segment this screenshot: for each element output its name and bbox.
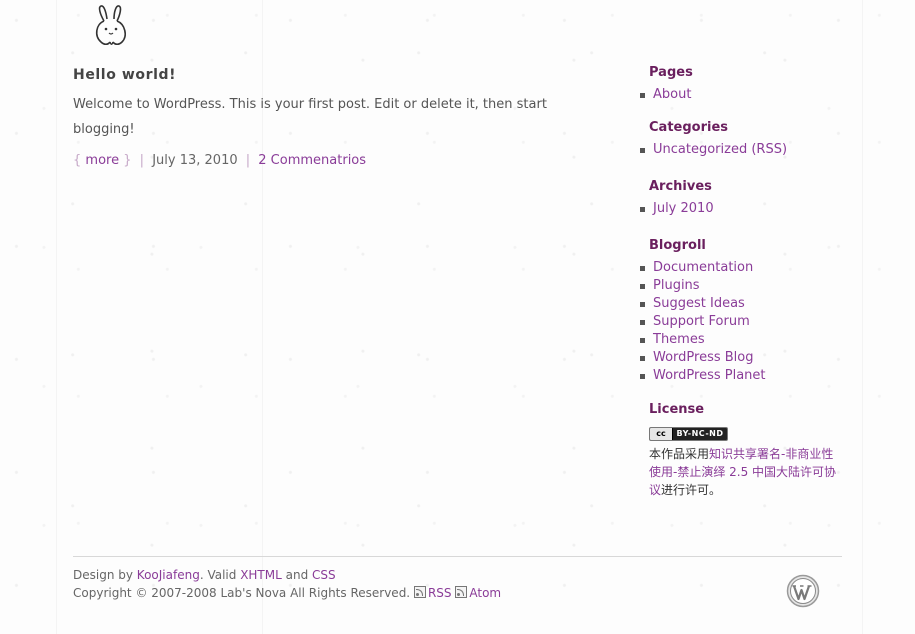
footer-copyright-line: Copyright © 2007-2008 Lab's Nova All Rig… [73, 584, 501, 602]
footer: Design by KooJiafeng. Valid XHTML and CS… [73, 566, 501, 602]
rss-feed-label: RSS [427, 586, 452, 600]
list-item: Plugins [640, 277, 849, 295]
blogroll-link-themes[interactable]: Themes [653, 332, 705, 347]
blogroll-link-documentation[interactable]: Documentation [653, 260, 753, 275]
blogroll-link-wordpress-blog[interactable]: WordPress Blog [653, 350, 754, 365]
license-text: 本作品采用知识共享署名-非商业性使用-禁止演绎 2.5 中国大陆许可协议进行许可… [649, 445, 844, 499]
post-meta: { more } | July 13, 2010 | 2 Commenatrio… [73, 151, 593, 171]
rss-feed-icon [413, 586, 426, 598]
xhtml-link[interactable]: XHTML [240, 568, 282, 582]
design-by-label: Design by [73, 568, 133, 582]
comments-link[interactable]: 2 Commenatrios [258, 153, 366, 168]
bunny-logo-icon[interactable] [92, 4, 132, 48]
more-brace-close: } [123, 153, 132, 168]
page-link-about[interactable]: About [653, 87, 691, 102]
archives-list: July 2010 [640, 200, 849, 218]
atom-feed-icon [455, 586, 468, 598]
list-item: Support Forum [640, 313, 849, 331]
wordpress-logo-icon[interactable] [786, 574, 820, 608]
designer-link[interactable]: KooJiafeng [137, 568, 200, 582]
cc-terms-label: BY-NC-ND [676, 429, 724, 438]
meta-separator: | [139, 153, 145, 168]
list-item: WordPress Planet [640, 367, 849, 385]
blogroll-list: Documentation Plugins Suggest Ideas Supp… [640, 259, 849, 385]
blogroll-link-plugins[interactable]: Plugins [653, 278, 700, 293]
atom-feed-link[interactable]: Atom [455, 586, 501, 600]
post-body: Welcome to WordPress. This is your first… [73, 97, 547, 137]
widget-title-blogroll: Blogroll [649, 238, 706, 253]
copyright-text: Copyright © 2007-2008 Lab's Nova All Rig… [73, 586, 411, 600]
background-line [56, 0, 57, 634]
widget-title-categories: Categories [649, 120, 729, 135]
license-suffix: 进行许可。 [661, 482, 722, 497]
more-brace-open: { [73, 153, 82, 168]
blogroll-link-support-forum[interactable]: Support Forum [653, 314, 750, 329]
blogroll-link-suggest-ideas[interactable]: Suggest Ideas [653, 296, 745, 311]
rss-feed-link[interactable]: RSS [413, 586, 452, 600]
list-item: Documentation [640, 259, 849, 277]
cc-logo-icon: cc [650, 427, 673, 440]
archive-link-july-2010[interactable]: July 2010 [653, 201, 714, 216]
post-date: July 13, 2010 [152, 153, 238, 168]
categories-list: Uncategorized (RSS) [640, 141, 849, 159]
and-label: and [285, 568, 309, 582]
list-item: Uncategorized (RSS) [640, 141, 849, 159]
list-item: WordPress Blog [640, 349, 849, 367]
list-item: Suggest Ideas [640, 295, 849, 313]
footer-design-line: Design by KooJiafeng. Valid XHTML and CS… [73, 566, 501, 584]
widget-title-archives: Archives [649, 179, 712, 194]
widget-title-pages: Pages [649, 65, 693, 80]
post-title-link[interactable]: Hello world! [73, 67, 176, 83]
atom-feed-label: Atom [469, 586, 502, 600]
footer-divider [73, 556, 842, 557]
creative-commons-badge-icon[interactable]: cc BY-NC-ND [649, 426, 728, 441]
background-line [862, 0, 863, 634]
blogroll-link-wordpress-planet[interactable]: WordPress Planet [653, 368, 766, 383]
list-item: About [640, 86, 849, 104]
category-rss-link[interactable]: (RSS) [751, 142, 787, 157]
category-link-uncategorized[interactable]: Uncategorized [653, 142, 747, 157]
pages-list: About [640, 86, 849, 104]
widget-title-license: License [649, 402, 705, 417]
valid-label: . Valid [199, 568, 237, 582]
post-title[interactable]: Hello world! [73, 64, 593, 86]
more-link[interactable]: more [85, 153, 119, 168]
css-link[interactable]: CSS [312, 568, 336, 582]
sidebar: Pages About Categories Uncategorized (RS… [640, 62, 849, 499]
meta-separator: | [245, 153, 251, 168]
list-item: Themes [640, 331, 849, 349]
list-item: July 2010 [640, 200, 849, 218]
license-prefix: 本作品采用 [649, 446, 710, 461]
post: Hello world! Welcome to WordPress. This … [73, 64, 593, 171]
